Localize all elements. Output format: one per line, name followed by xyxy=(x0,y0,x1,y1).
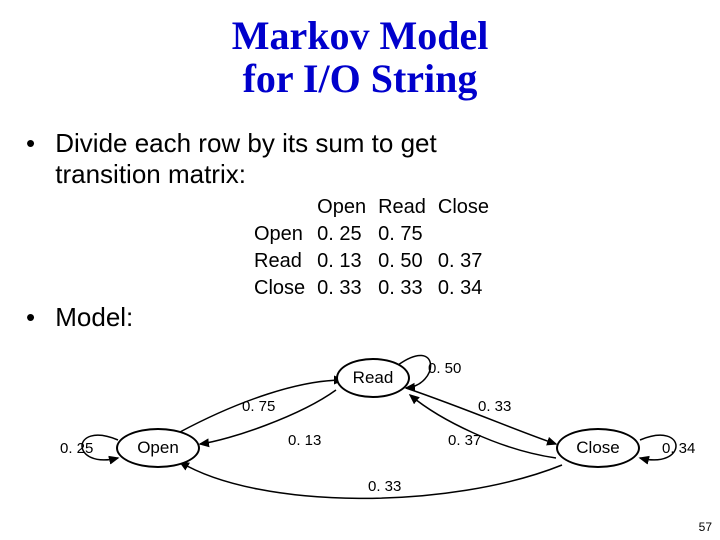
matrix-v21: 0. 13 xyxy=(311,248,372,275)
node-read: Read xyxy=(336,358,410,398)
edge-label-read-self: 0. 50 xyxy=(428,360,461,377)
matrix-col-open: Open xyxy=(311,194,372,221)
bullet-1-line2: transition matrix: xyxy=(55,159,246,189)
matrix-v22: 0. 50 xyxy=(372,248,432,275)
edge-label-open-read: 0. 75 xyxy=(242,398,275,415)
matrix-rowlabel-read: Read xyxy=(248,248,311,275)
slide: Markov Model for I/O String • Divide eac… xyxy=(0,0,720,540)
matrix-row-read: Read 0. 13 0. 50 0. 37 xyxy=(248,248,495,275)
bullet-dot-2: • xyxy=(26,302,48,333)
edge-label-open-self: 0. 25 xyxy=(60,440,93,457)
title-line2: for I/O String xyxy=(243,56,478,101)
matrix-row-close: Close 0. 33 0. 33 0. 34 xyxy=(248,275,495,302)
matrix-v11: 0. 25 xyxy=(311,221,372,248)
edge-label-close-read: 0. 33 xyxy=(478,398,511,415)
bullet-dot: • xyxy=(26,128,48,159)
matrix-col-read: Read xyxy=(372,194,432,221)
edge-label-read-open: 0. 13 xyxy=(288,432,321,449)
matrix-v32: 0. 33 xyxy=(372,275,432,302)
matrix-v33: 0. 34 xyxy=(432,275,495,302)
edge-label-read-close: 0. 37 xyxy=(448,432,481,449)
bullet-1-line1: Divide each row by its sum to get xyxy=(55,128,437,158)
transition-matrix: Open Read Close Open 0. 25 0. 75 Read 0.… xyxy=(248,194,495,302)
title-line1: Markov Model xyxy=(232,13,489,58)
edge-label-close-open: 0. 33 xyxy=(368,478,401,495)
bullet-2: • Model: xyxy=(26,302,133,333)
node-close-label: Close xyxy=(576,438,619,458)
matrix-v13 xyxy=(432,221,495,248)
page-number: 57 xyxy=(699,520,712,534)
node-close: Close xyxy=(556,428,640,468)
matrix-v23: 0. 37 xyxy=(432,248,495,275)
bullet-1: • Divide each row by its sum to get tran… xyxy=(26,128,437,189)
matrix-row-open: Open 0. 25 0. 75 xyxy=(248,221,495,248)
matrix-col-close: Close xyxy=(432,194,495,221)
matrix-rowlabel-close: Close xyxy=(248,275,311,302)
bullet-2-text: Model: xyxy=(55,302,133,333)
matrix-header-row: Open Read Close xyxy=(248,194,495,221)
matrix-v31: 0. 33 xyxy=(311,275,372,302)
node-open: Open xyxy=(116,428,200,468)
node-read-label: Read xyxy=(353,368,394,388)
edge-label-close-self: 0. 34 xyxy=(662,440,695,457)
node-open-label: Open xyxy=(137,438,179,458)
slide-title: Markov Model for I/O String xyxy=(0,14,720,100)
matrix-rowlabel-open: Open xyxy=(248,221,311,248)
matrix-v12: 0. 75 xyxy=(372,221,432,248)
